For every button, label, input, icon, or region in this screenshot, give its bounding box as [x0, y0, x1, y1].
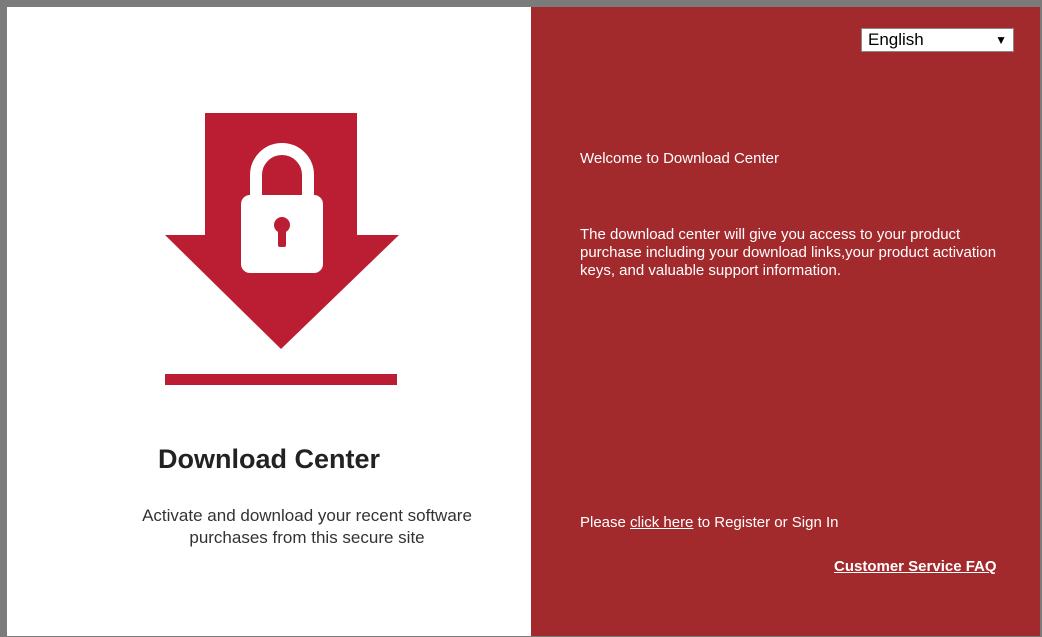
- register-link[interactable]: click here: [630, 514, 693, 531]
- left-panel: Download Center Activate and download yo…: [7, 7, 531, 636]
- register-text: Please click here to Register or Sign In: [580, 514, 838, 531]
- language-select-value: English: [868, 30, 924, 49]
- description-text: The download center will give you access…: [580, 226, 997, 279]
- page-title: Download Center: [157, 444, 380, 474]
- page-subtitle: Activate and download your recent softwa…: [142, 506, 472, 547]
- page-frame: Download Center Activate and download yo…: [7, 7, 1040, 636]
- register-suffix: to Register or Sign In: [693, 514, 839, 531]
- customer-service-faq-link[interactable]: Customer Service FAQ: [834, 558, 997, 575]
- register-prefix: Please: [580, 514, 631, 531]
- dropdown-arrow-icon: ▼: [995, 33, 1007, 47]
- welcome-text: Welcome to Download Center: [580, 150, 779, 167]
- download-lock-icon: [165, 113, 399, 385]
- language-select[interactable]: English ▼: [861, 28, 1014, 52]
- right-panel: [531, 7, 1040, 636]
